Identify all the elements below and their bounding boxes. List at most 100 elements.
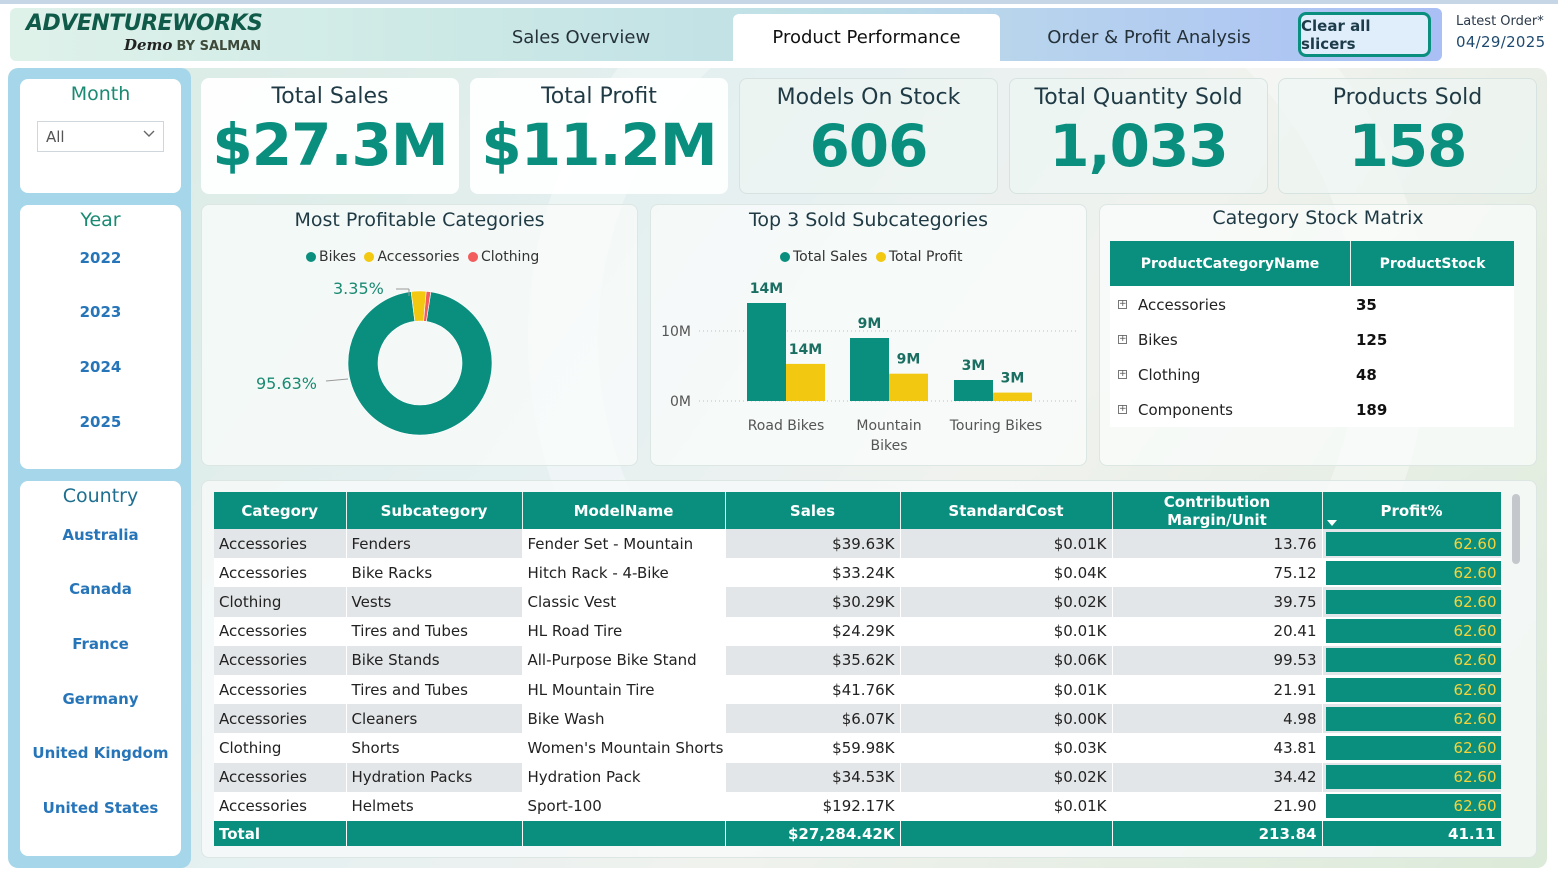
latest-order-info: Latest Order* 04/29/2025	[1456, 14, 1545, 51]
label-leader-line	[325, 378, 349, 382]
year-item-2023[interactable]: 2023	[20, 303, 181, 321]
year-slicer-title: Year	[80, 209, 121, 231]
matrix-row-bikes[interactable]: + Bikes 125	[1110, 327, 1514, 362]
matrix-title: Category Stock Matrix	[1212, 207, 1424, 229]
cell-category: Accessories	[214, 674, 347, 705]
year-item-2025[interactable]: 2025	[20, 413, 181, 431]
country-item-canada[interactable]: Canada	[20, 580, 181, 598]
table-row[interactable]: Accessories Bike Racks Hitch Rack - 4-Bike…	[214, 558, 1501, 588]
cell-subcategory: Helmets	[346, 791, 523, 821]
table-row[interactable]: Clothing Shorts Women's Mountain Shorts $59…	[214, 733, 1501, 763]
kpi-card-total-sales: Total Sales $27.3M	[201, 78, 459, 194]
month-dropdown[interactable]: All	[37, 121, 164, 152]
cell-standardcost: $0.02K	[900, 762, 1113, 792]
cell-subcategory: Cleaners	[346, 704, 523, 734]
table-row[interactable]: Accessories Hydration Packs Hydration Pack…	[214, 762, 1501, 792]
year-item-2022[interactable]: 2022	[20, 249, 181, 267]
matrix-row-clothing[interactable]: + Clothing 48	[1110, 362, 1514, 397]
kpi-value: $27.3M	[212, 111, 448, 179]
profit-pct-bar: 62.60	[1325, 560, 1500, 585]
bar-total-profit[interactable]	[889, 373, 928, 401]
kpi-title: Models On Stock	[776, 85, 961, 110]
table-row[interactable]: Accessories Helmets Sport-100 $192.17K $0.01…	[214, 791, 1501, 821]
tab-sales-overview[interactable]: Sales Overview	[450, 14, 712, 61]
table-row[interactable]: Accessories Cleaners Bike Wash $6.07K $0.00K…	[214, 704, 1501, 734]
cell-standardcost: $0.02K	[900, 587, 1113, 617]
cell-subcategory: Bike Racks	[346, 558, 523, 588]
top-border	[0, 0, 1558, 4]
table-row[interactable]: Clothing Vests Classic Vest $30.29K $0.02K 39…	[214, 587, 1501, 617]
table-row[interactable]: Accessories Fenders Fender Set - Mountain $…	[214, 529, 1501, 559]
cell-contribution-margin: 34.42	[1112, 762, 1323, 792]
column-header-modelname[interactable]: ModelName	[522, 492, 726, 529]
table-row[interactable]: Accessories Bike Stands All-Purpose Bike S…	[214, 645, 1501, 675]
matrix-header: ProductCategoryName ProductStock	[1110, 241, 1514, 286]
table-scrollbar[interactable]	[1512, 494, 1520, 564]
column-header-profit-pct[interactable]: Profit%	[1322, 492, 1501, 529]
cell-contribution-margin: 99.53	[1112, 645, 1323, 675]
cell-modelname: HL Road Tire	[522, 616, 726, 646]
bar-total-profit[interactable]	[993, 392, 1032, 401]
kpi-card-products-sold: Products Sold 158	[1278, 78, 1537, 194]
profit-pct-bar: 62.60	[1325, 706, 1500, 731]
year-item-2024[interactable]: 2024	[20, 358, 181, 376]
month-slicer: Month All	[20, 79, 181, 193]
country-item-france[interactable]: France	[20, 635, 181, 653]
table-row[interactable]: Accessories Tires and Tubes HL Mountain Ti…	[214, 674, 1501, 705]
matrix-row-components[interactable]: + Components 189	[1110, 397, 1514, 432]
bar-data-label: 3M	[1001, 371, 1025, 387]
matrix-header-stock[interactable]: ProductStock	[1351, 241, 1514, 286]
cell-standardcost: $0.00K	[900, 704, 1113, 734]
country-slicer: Country Australia Canada France Germany …	[20, 481, 181, 856]
bar-total-sales[interactable]	[954, 380, 993, 401]
kpi-value: 1,033	[1049, 112, 1228, 180]
cell-profit-pct: 62.60	[1322, 674, 1501, 705]
year-slicer: Year 2022 2023 2024 2025	[20, 205, 181, 469]
expand-plus-icon[interactable]: +	[1118, 405, 1127, 414]
bar-total-sales[interactable]	[850, 338, 889, 401]
expand-plus-icon[interactable]: +	[1118, 335, 1127, 344]
cell-profit-pct: 62.60	[1322, 733, 1501, 763]
bar-total-profit[interactable]	[786, 363, 825, 401]
expand-plus-icon[interactable]: +	[1118, 300, 1127, 309]
column-header-category[interactable]: Category	[214, 492, 347, 529]
cell-profit-pct: 62.60	[1322, 616, 1501, 646]
expand-plus-icon[interactable]: +	[1118, 370, 1127, 379]
country-item-germany[interactable]: Germany	[20, 690, 181, 708]
tab-product-performance[interactable]: Product Performance	[733, 14, 1000, 61]
column-header-standardcost[interactable]: StandardCost	[900, 492, 1113, 529]
profit-pct-bar: 62.60	[1325, 735, 1500, 760]
bar-total-sales[interactable]	[747, 303, 786, 401]
cell-category: Clothing	[214, 587, 347, 617]
column-header-sales[interactable]: Sales	[725, 492, 901, 529]
cell-category: Accessories	[214, 558, 347, 588]
donut-chart: 3.35% 95.63%	[256, 279, 493, 436]
x-category-label: Bikes	[870, 438, 907, 454]
cell-modelname: All-Purpose Bike Stand	[522, 645, 726, 675]
cell-standardcost: $0.01K	[900, 791, 1113, 821]
cell-sales: $192.17K	[725, 791, 901, 821]
matrix-row-accessories[interactable]: + Accessories 35	[1110, 292, 1514, 327]
latest-order-date: 04/29/2025	[1456, 33, 1546, 51]
bar-data-label: 9M	[897, 352, 921, 368]
table-row[interactable]: Accessories Tires and Tubes HL Road Tire $2…	[214, 616, 1501, 646]
kpi-value: $11.2M	[481, 111, 717, 179]
report-canvas: Month All Year 2022 2023 2024 2025 Count…	[8, 68, 1547, 868]
table-body: Accessories Fenders Fender Set - Mountain $…	[214, 529, 1501, 846]
cell-standardcost: $0.01K	[900, 616, 1113, 646]
country-item-united-kingdom[interactable]: United Kingdom	[20, 744, 181, 762]
profit-pct-bar: 62.60	[1325, 677, 1500, 702]
country-item-australia[interactable]: Australia	[20, 526, 181, 544]
most-profitable-categories-chart: Most Profitable Categories Bikes Accesso…	[201, 204, 638, 466]
column-header-subcategory[interactable]: Subcategory	[346, 492, 523, 529]
tab-order-profit-analysis[interactable]: Order & Profit Analysis	[1010, 14, 1288, 61]
cell-modelname: Women's Mountain Shorts	[522, 733, 726, 763]
cell-modelname: Classic Vest	[522, 587, 726, 617]
clear-all-slicers-button[interactable]: Clear all slicers	[1298, 12, 1431, 57]
country-item-united-states[interactable]: United States	[20, 799, 181, 817]
total-cell-modelname	[522, 820, 726, 846]
profit-pct-bar: 62.60	[1325, 648, 1500, 673]
matrix-header-category[interactable]: ProductCategoryName	[1110, 241, 1350, 286]
column-header-contribution-margin[interactable]: Contribution Margin/Unit	[1112, 492, 1323, 529]
sort-descending-icon[interactable]	[1326, 520, 1337, 526]
